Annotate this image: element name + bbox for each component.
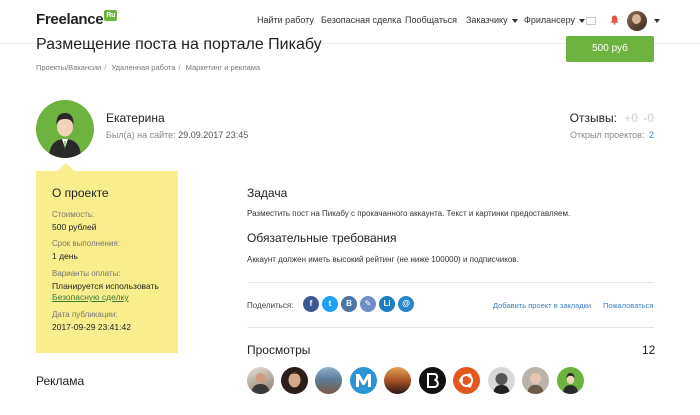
divider — [247, 282, 654, 283]
ads-heading: Реклама — [36, 374, 85, 388]
nav-for-customer-label: Заказчику — [466, 15, 508, 25]
customer-name[interactable]: Екатерина — [106, 111, 165, 125]
logo-text: Freelance — [36, 11, 104, 28]
customer-avatar[interactable] — [36, 100, 94, 158]
chevron-down-icon — [579, 18, 586, 23]
default-user-icon — [49, 113, 81, 158]
linkedin-icon[interactable]: Li — [379, 296, 395, 312]
complain-link[interactable]: Пожаловаться — [603, 301, 653, 310]
last-seen-label: Был(а) на сайте: — [106, 130, 176, 140]
viewer-avatar[interactable] — [384, 367, 411, 394]
viewer-avatar[interactable] — [522, 367, 549, 394]
viewer-avatar[interactable] — [247, 367, 274, 394]
viewer-avatar[interactable] — [315, 367, 342, 394]
task-heading: Задача — [247, 186, 288, 200]
published-label: Дата публикации: — [52, 310, 118, 319]
opened-projects-count[interactable]: 2 — [649, 130, 654, 140]
reviews-negative[interactable]: -0 — [643, 111, 654, 125]
divider — [247, 327, 654, 328]
bookmark-link[interactable]: Добавить проект в закладки — [493, 301, 591, 310]
reviews-positive[interactable]: +0 — [624, 111, 638, 125]
term-label: Срок выполнения: — [52, 239, 120, 248]
last-seen: Был(а) на сайте: 29.09.2017 23:45 — [106, 130, 248, 140]
user-avatar[interactable] — [627, 11, 647, 31]
views-heading: Просмотры — [247, 343, 311, 357]
requirements-text: Аккаунт должен иметь высокий рейтинг (не… — [247, 255, 519, 264]
breadcrumb: Проекты/Вакансии / Удаленная работа / Марк… — [36, 63, 261, 72]
mail-icon[interactable] — [586, 17, 596, 25]
viewer-avatar[interactable] — [350, 367, 377, 394]
about-title: О проекте — [52, 186, 109, 200]
reviews: Отзывы: +0 -0 — [570, 111, 654, 125]
nav-safe-deal[interactable]: Безопасная сделка — [321, 15, 401, 25]
reviews-label: Отзывы: — [569, 111, 617, 125]
payment-value: Планируется использовать — [52, 281, 159, 291]
email-icon[interactable]: @ — [398, 296, 414, 312]
nav-find-work[interactable]: Найти работу — [257, 15, 314, 25]
viewer-avatar[interactable] — [419, 367, 446, 394]
viewer-avatar[interactable] — [281, 367, 308, 394]
viewer-avatar[interactable] — [557, 367, 584, 394]
twitter-icon[interactable]: t — [322, 296, 338, 312]
livejournal-icon[interactable]: ✎ — [360, 296, 376, 312]
bell-icon[interactable] — [610, 15, 619, 25]
cost-value: 500 рублей — [52, 222, 97, 232]
opened-projects: Открыл проектов: 2 — [570, 130, 654, 140]
chevron-down-icon — [511, 18, 518, 23]
breadcrumb-remote[interactable]: Удаленная работа — [111, 63, 175, 72]
term-value: 1 день — [52, 251, 78, 261]
project-title: Размещение поста на портале Пикабу — [36, 36, 322, 53]
site-logo[interactable]: Freelance Ru — [36, 10, 118, 28]
requirements-heading: Обязательные требования — [247, 231, 397, 245]
nav-chat[interactable]: Пообщаться — [405, 15, 457, 25]
task-text: Разместить пост на Пикабу с прокачанного… — [247, 209, 571, 218]
payment-label: Варианты оплаты: — [52, 269, 121, 278]
views-count: 12 — [642, 343, 656, 357]
viewer-avatar[interactable] — [453, 367, 480, 394]
published-value: 2017-09-29 23:41:42 — [52, 322, 131, 332]
budget-button[interactable]: 500 руб — [566, 36, 654, 62]
logo-badge: Ru — [104, 10, 118, 21]
vkontakte-icon[interactable]: B — [341, 296, 357, 312]
nav-for-freelancer[interactable]: Фрилансеру — [524, 15, 586, 25]
chevron-down-icon[interactable] — [654, 19, 660, 23]
viewer-avatar[interactable] — [488, 367, 515, 394]
safe-deal-link[interactable]: Безопасную сделку — [52, 292, 129, 302]
breadcrumb-marketing[interactable]: Маркетинг и реклама — [186, 63, 260, 72]
nav-for-freelancer-label: Фрилансеру — [524, 15, 576, 25]
last-seen-value: 29.09.2017 23:45 — [178, 130, 249, 140]
facebook-icon[interactable]: f — [303, 296, 319, 312]
cost-label: Стоимость: — [52, 210, 95, 219]
share-label: Поделиться: — [247, 301, 294, 310]
nav-for-customer[interactable]: Заказчику — [466, 15, 518, 25]
about-project-card: О проекте Стоимость: 500 рублей Срок вып… — [36, 163, 178, 353]
breadcrumb-projects[interactable]: Проекты/Вакансии — [36, 63, 101, 72]
opened-projects-label: Открыл проектов: — [569, 130, 645, 140]
